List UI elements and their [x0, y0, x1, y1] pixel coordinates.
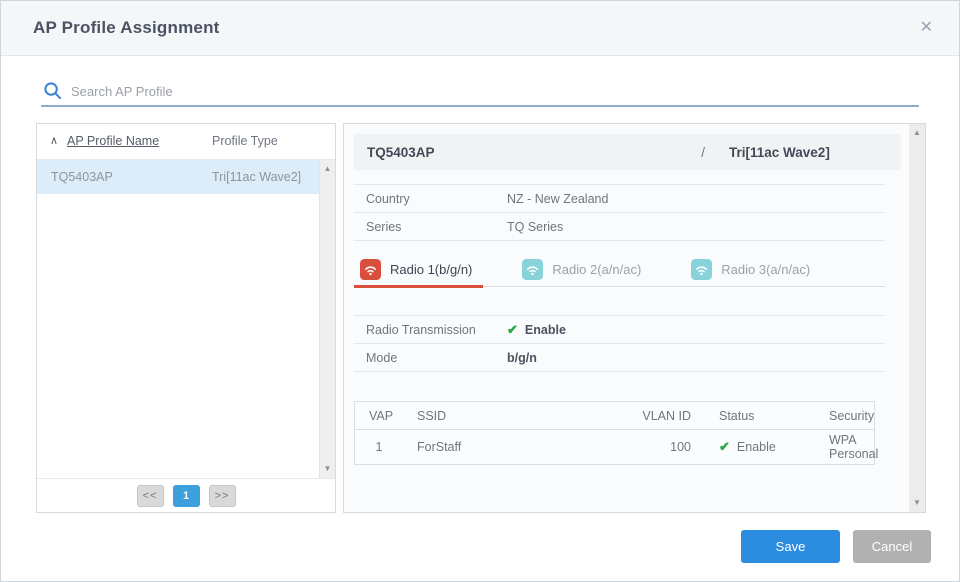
dialog-header: AP Profile Assignment ✕: [1, 1, 959, 56]
series-value: TQ Series: [507, 220, 563, 234]
pagination: << 1 >>: [37, 478, 335, 512]
tab-radio-2-label: Radio 2(a/n/ac): [552, 262, 641, 277]
status-value: Enable: [737, 440, 776, 454]
country-label: Country: [354, 192, 507, 206]
field-row-radio-transmission: Radio Transmission ✔ Enable: [354, 316, 885, 344]
pagination-page-1-button[interactable]: 1: [173, 485, 200, 507]
radio-settings: Radio Transmission ✔ Enable Mode b/g/n: [354, 315, 885, 372]
scroll-down-icon[interactable]: ▼: [909, 496, 925, 510]
check-icon: ✔: [507, 322, 518, 338]
scroll-up-icon[interactable]: ▲: [909, 126, 925, 140]
search-icon: [43, 81, 62, 100]
profile-list-row[interactable]: TQ5403AP Tri[11ac Wave2]: [37, 160, 335, 194]
mode-label: Mode: [354, 351, 507, 365]
wifi-icon-teal: [691, 259, 712, 280]
cancel-button[interactable]: Cancel: [853, 530, 931, 563]
check-icon: ✔: [719, 439, 730, 455]
profile-name-cell: TQ5403AP: [51, 160, 113, 194]
column-header-ap-profile-name[interactable]: AP Profile Name: [67, 134, 159, 148]
search-input[interactable]: [71, 79, 917, 103]
vap-table: VAP SSID VLAN ID Status Security 1 ForSt…: [354, 401, 875, 465]
scroll-up-icon[interactable]: ▲: [320, 162, 335, 176]
search-bar: [41, 77, 919, 107]
detail-profile-type: Tri[11ac Wave2]: [729, 145, 901, 160]
pagination-prev-button[interactable]: <<: [137, 485, 164, 507]
wifi-icon-teal: [522, 259, 543, 280]
field-row-series: Series TQ Series: [354, 213, 885, 241]
security-col-header: Security: [815, 409, 874, 423]
profile-type-cell: Tri[11ac Wave2]: [212, 160, 301, 194]
series-label: Series: [354, 220, 507, 234]
profile-detail-content: TQ5403AP / Tri[11ac Wave2] Country NZ - …: [344, 124, 909, 512]
pagination-next-button[interactable]: >>: [209, 485, 236, 507]
vap-cell: 1: [355, 440, 403, 454]
country-value: NZ - New Zealand: [507, 192, 608, 206]
vlan-col-header: VLAN ID: [615, 409, 705, 423]
wifi-icon-red: [360, 259, 381, 280]
detail-header-band: TQ5403AP / Tri[11ac Wave2]: [354, 134, 901, 170]
detail-profile-name: TQ5403AP: [367, 145, 701, 160]
radio-tabs: Radio 1(b/g/n) Radio 2(a/n/ac): [354, 253, 885, 287]
status-col-header: Status: [705, 409, 815, 423]
column-header-profile-type: Profile Type: [212, 134, 278, 148]
dialog-title: AP Profile Assignment: [33, 18, 220, 38]
profile-list-header: ∧ AP Profile Name Profile Type: [37, 124, 335, 160]
vap-table-header: VAP SSID VLAN ID Status Security: [355, 402, 874, 430]
sort-ascending-icon[interactable]: ∧: [50, 134, 58, 147]
ssid-col-header: SSID: [403, 409, 615, 423]
detail-scrollbar[interactable]: ▲ ▼: [909, 124, 925, 512]
vap-table-row: 1 ForStaff 100 ✔ Enable WPA Personal: [355, 430, 874, 464]
security-cell: WPA Personal: [815, 433, 878, 461]
scroll-down-icon[interactable]: ▼: [320, 462, 335, 476]
tab-radio-3[interactable]: Radio 3(a/n/ac): [688, 253, 813, 286]
radio-transmission-label: Radio Transmission: [354, 323, 507, 337]
profile-list-panel: ∧ AP Profile Name Profile Type TQ5403AP …: [36, 123, 336, 513]
tab-radio-1[interactable]: Radio 1(b/g/n): [357, 253, 475, 286]
vlan-cell: 100: [615, 440, 705, 454]
status-cell: ✔ Enable: [705, 439, 815, 455]
ssid-cell: ForStaff: [403, 440, 615, 454]
ap-profile-assignment-dialog: AP Profile Assignment ✕ ∧ AP Profile Nam…: [0, 0, 960, 582]
mode-value: b/g/n: [507, 351, 537, 365]
tab-radio-1-label: Radio 1(b/g/n): [390, 262, 472, 277]
tab-radio-3-label: Radio 3(a/n/ac): [721, 262, 810, 277]
detail-fields: Country NZ - New Zealand Series TQ Serie…: [354, 184, 885, 241]
profile-list-body: TQ5403AP Tri[11ac Wave2]: [37, 160, 335, 478]
tab-radio-2[interactable]: Radio 2(a/n/ac): [519, 253, 644, 286]
save-button[interactable]: Save: [741, 530, 840, 563]
detail-header-separator: /: [701, 145, 705, 160]
field-row-mode: Mode b/g/n: [354, 344, 885, 372]
radio-transmission-value: Enable: [525, 323, 566, 337]
profile-detail-panel: TQ5403AP / Tri[11ac Wave2] Country NZ - …: [343, 123, 926, 513]
field-row-country: Country NZ - New Zealand: [354, 185, 885, 213]
list-scrollbar[interactable]: ▲ ▼: [319, 160, 335, 478]
vap-col-header: VAP: [355, 409, 403, 423]
close-icon[interactable]: ✕: [920, 18, 933, 38]
